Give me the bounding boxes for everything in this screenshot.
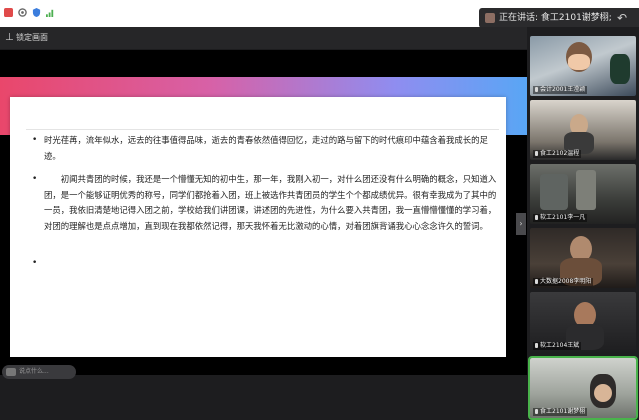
mic-icon bbox=[535, 279, 538, 284]
settings-icon bbox=[18, 8, 27, 17]
bullet-1: • bbox=[32, 135, 38, 145]
mic-icon bbox=[535, 151, 538, 156]
pin-icon: ⊥ bbox=[5, 32, 14, 43]
mic-icon bbox=[535, 409, 538, 414]
participant-tile[interactable]: 大数据2008李明阳 bbox=[530, 228, 636, 288]
slide-divider bbox=[26, 129, 499, 130]
chat-icon bbox=[6, 368, 16, 376]
slide-card: • 时光荏苒，流年似水，远去的往事值得品味，逝去的青春依然值得回忆，走过的路与留… bbox=[10, 97, 506, 357]
chat-placeholder: 说点什么... bbox=[19, 368, 49, 375]
speaking-text: 正在讲话: 食工2101谢梦栩; bbox=[499, 13, 612, 23]
bullet-2: • bbox=[32, 174, 38, 184]
pin-bar[interactable]: ⊥ 锁定画面 bbox=[0, 27, 527, 49]
participant-name: 软工2101李一凡 bbox=[533, 214, 588, 222]
participant-name: 食工2102温程 bbox=[533, 150, 582, 158]
return-icon[interactable]: ↶ bbox=[617, 8, 627, 28]
mic-icon bbox=[535, 87, 538, 92]
mic-icon bbox=[535, 343, 538, 348]
mic-icon bbox=[535, 215, 538, 220]
participant-panel: 会计2001王滢颖 食工2102温程 软工2101李一凡 大数据2008李明阳 … bbox=[527, 27, 639, 420]
participant-video bbox=[540, 174, 568, 210]
signal-icon bbox=[46, 9, 54, 17]
participant-tile[interactable]: 会计2001王滢颖 bbox=[530, 36, 636, 96]
slide-paragraph-2: 初闻共青团的时候，我还是一个懵懂无知的初中生，那一年，我刚入初一，对什么团还没有… bbox=[44, 174, 497, 231]
slide-paragraph-1: 时光荏苒，流年似水，远去的往事值得品味，逝去的青春依然值得回忆，走过的路与留下的… bbox=[44, 135, 488, 161]
participant-name: 会计2001王滢颖 bbox=[533, 86, 588, 94]
speaker-avatar bbox=[485, 13, 495, 23]
participant-tile[interactable]: 软工2104王斌 bbox=[530, 292, 636, 352]
top-bar: 正在讲话: 食工2101谢梦栩; ↶ bbox=[0, 0, 639, 28]
pin-label: 锁定画面 bbox=[16, 33, 48, 42]
bullet-3: • bbox=[32, 258, 38, 268]
status-icons bbox=[4, 8, 55, 17]
chat-input[interactable]: 说点什么... bbox=[2, 365, 76, 379]
participant-tile-active[interactable]: 食工2101谢梦栩 bbox=[528, 356, 638, 420]
app-icon bbox=[4, 8, 13, 17]
participant-tile[interactable]: 食工2102温程 bbox=[530, 100, 636, 160]
participant-tile[interactable]: 软工2101李一凡 bbox=[530, 164, 636, 224]
participant-name: 食工2101谢梦栩 bbox=[533, 408, 588, 416]
participant-name: 软工2104王斌 bbox=[533, 342, 582, 350]
shield-icon bbox=[32, 8, 41, 17]
speaking-indicator: 正在讲话: 食工2101谢梦栩; ↶ bbox=[479, 8, 639, 28]
shared-screen: • 时光荏苒，流年似水，远去的往事值得品味，逝去的青春依然值得回忆，走过的路与留… bbox=[0, 50, 527, 375]
participant-name: 大数据2008李明阳 bbox=[533, 278, 594, 286]
collapse-panel-button[interactable]: › bbox=[516, 213, 526, 235]
